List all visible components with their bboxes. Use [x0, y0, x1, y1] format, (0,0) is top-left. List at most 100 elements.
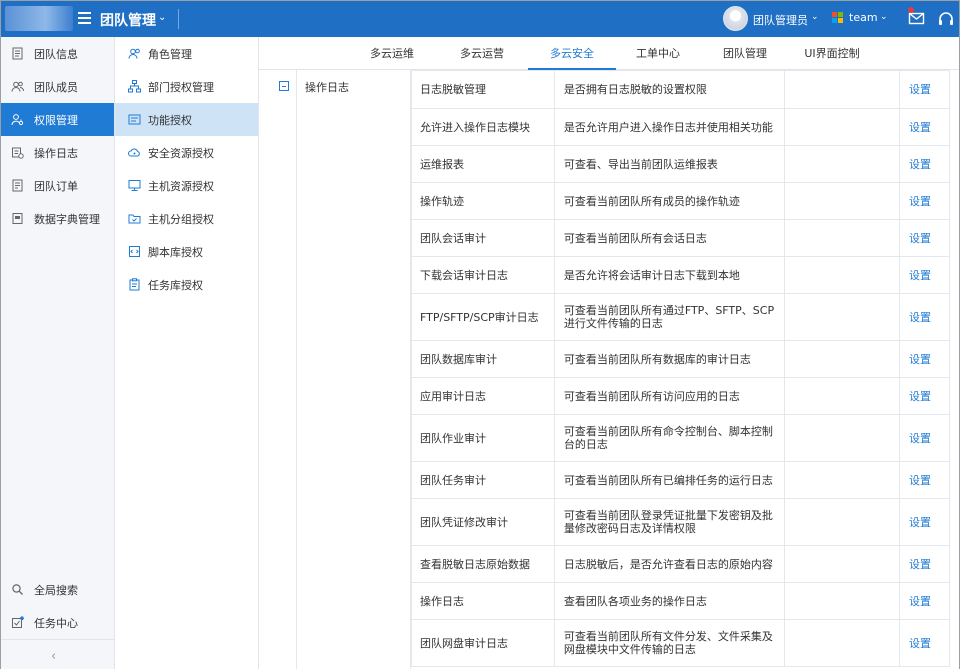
set-permission-link[interactable]: 设置: [909, 595, 931, 608]
subnav-item-role-management[interactable]: 角色管理: [115, 37, 258, 70]
team-menu-chevron-icon[interactable]: ⌄: [880, 12, 888, 22]
permission-name: 操作日志: [411, 582, 555, 620]
tab-multicloud-security[interactable]: 多云安全: [528, 37, 616, 70]
permission-name: 团队网盘审计日志: [411, 619, 555, 667]
tab-ui-control[interactable]: UI界面控制: [797, 37, 867, 70]
permission-status-cell: [784, 293, 901, 341]
collapse-sidebar-icon[interactable]: ‹: [51, 649, 56, 664]
subnav-item-host-group-auth[interactable]: 主机分组授权: [115, 202, 258, 235]
permission-status-cell: [784, 498, 901, 546]
sidebar-item-operation-log[interactable]: 操作日志: [1, 136, 114, 169]
subnav-item-label: 部门授权管理: [148, 80, 214, 94]
set-permission-link[interactable]: 设置: [909, 83, 931, 96]
permission-description: 日志脱敏后，是否允许查看日志的原始内容: [553, 545, 786, 583]
message-unread-badge: [908, 7, 914, 13]
set-permission-link[interactable]: 设置: [909, 516, 931, 529]
sidebar-item-team-members[interactable]: 团队成员: [1, 70, 114, 103]
set-permission-link[interactable]: 设置: [909, 269, 931, 282]
table-row: 团队网盘审计日志 可查看当前团队所有文件分发、文件采集及网盘模块中文件传输的日志 设…: [411, 619, 950, 667]
team-windows-icon: [832, 12, 844, 24]
sidebar-item-permissions[interactable]: 权限管理: [1, 103, 114, 136]
sidebar-item-task-center[interactable]: 任务中心: [1, 606, 114, 639]
primary-sidebar: 团队信息 团队成员 权限管理 操作日志 团队订单 数据字典管理 全局搜索 任务中…: [1, 37, 115, 669]
sidebar-item-label: 全局搜索: [34, 583, 78, 597]
set-permission-link[interactable]: 设置: [909, 353, 931, 366]
subnav-item-script-library-auth[interactable]: 脚本库授权: [115, 235, 258, 268]
set-permission-link[interactable]: 设置: [909, 121, 931, 134]
permission-status-cell: [784, 256, 901, 294]
permission-action-cell: 设置: [899, 340, 950, 378]
set-permission-link[interactable]: 设置: [909, 158, 931, 171]
permission-description: 可查看当前团队所有文件分发、文件采集及网盘模块中文件传输的日志: [553, 619, 786, 667]
subnav-item-department-auth[interactable]: 部门授权管理: [115, 70, 258, 103]
permission-status-cell: [784, 377, 901, 415]
sidebar-item-label: 团队成员: [34, 80, 78, 94]
permission-description: 是否允许将会话审计日志下载到本地: [553, 256, 786, 294]
subnav-item-task-library-auth[interactable]: 任务库授权: [115, 268, 258, 301]
secondary-sidebar: 角色管理 部门授权管理 功能授权 安全资源授权 主机资源授权 主机分组授权 脚本…: [115, 37, 259, 669]
app-title[interactable]: 团队管理: [100, 10, 156, 30]
tab-team-management[interactable]: 团队管理: [710, 37, 780, 70]
sidebar-divider: [1, 639, 114, 640]
hamburger-menu-icon[interactable]: [78, 12, 91, 24]
clipboard-icon: [129, 278, 140, 291]
set-permission-link[interactable]: 设置: [909, 558, 931, 571]
set-permission-link[interactable]: 设置: [909, 432, 931, 445]
org-tree-icon: [128, 80, 141, 93]
permission-name: 允许进入操作日志模块: [411, 108, 555, 146]
permission-action-cell: 设置: [899, 377, 950, 415]
tab-multicloud-ops[interactable]: 多云运维: [357, 37, 427, 70]
tab-multicloud-operation[interactable]: 多云运营: [447, 37, 517, 70]
app-switch-chevron-icon[interactable]: ⌄: [158, 12, 166, 23]
user-menu-chevron-icon[interactable]: ⌄: [811, 12, 819, 22]
permission-status-cell: [784, 70, 901, 109]
headset-support-icon[interactable]: [937, 10, 955, 28]
subnav-item-label: 任务库授权: [148, 278, 203, 292]
permission-description: 是否允许用户进入操作日志并使用相关功能: [553, 108, 786, 146]
permission-name: 查看脱敏日志原始数据: [411, 545, 555, 583]
set-permission-link[interactable]: 设置: [909, 195, 931, 208]
sidebar-item-global-search[interactable]: 全局搜索: [1, 573, 114, 606]
permission-status-cell: [784, 545, 901, 583]
permission-panel: 操作日志 日志脱敏管理 是否拥有日志脱敏的设置权限 设置 允许进入操作日志模块 是否允许…: [259, 70, 959, 669]
user-name[interactable]: 团队管理员: [753, 12, 808, 28]
user-avatar[interactable]: [723, 6, 748, 31]
permission-description: 可查看当前团队所有已编排任务的运行日志: [553, 461, 786, 499]
permission-status-cell: [784, 414, 901, 462]
permission-status-cell: [784, 219, 901, 257]
set-permission-link[interactable]: 设置: [909, 390, 931, 403]
permission-name: 团队作业审计: [411, 414, 555, 462]
team-name[interactable]: team: [849, 11, 878, 24]
set-permission-link[interactable]: 设置: [909, 232, 931, 245]
permission-group-label: 操作日志: [305, 81, 349, 94]
set-permission-link[interactable]: 设置: [909, 311, 931, 324]
table-row: 团队会话审计 可查看当前团队所有会话日志 设置: [411, 219, 950, 257]
task-icon: [12, 616, 24, 628]
collapse-group-icon[interactable]: [279, 81, 289, 91]
sidebar-item-label: 团队信息: [34, 47, 78, 61]
subnav-item-host-resource-auth[interactable]: 主机资源授权: [115, 169, 258, 202]
subnav-item-security-resource-auth[interactable]: 安全资源授权: [115, 136, 258, 169]
permission-action-cell: 设置: [899, 461, 950, 499]
table-row: 操作轨迹 可查看当前团队所有成员的操作轨迹 设置: [411, 182, 950, 220]
subnav-item-function-auth[interactable]: 功能授权: [115, 103, 258, 136]
sidebar-item-label: 任务中心: [34, 616, 78, 630]
permission-action-cell: 设置: [899, 219, 950, 257]
permission-action-cell: 设置: [899, 145, 950, 183]
tab-ticket-center[interactable]: 工单中心: [623, 37, 693, 70]
sidebar-item-team-orders[interactable]: 团队订单: [1, 169, 114, 202]
sidebar-item-team-info[interactable]: 团队信息: [1, 37, 114, 70]
set-permission-link[interactable]: 设置: [909, 474, 931, 487]
function-icon: [128, 114, 141, 125]
log-icon: [12, 147, 24, 159]
sidebar-item-label: 权限管理: [34, 113, 78, 127]
cloud-icon: [128, 148, 140, 157]
sidebar-item-data-dictionary[interactable]: 数据字典管理: [1, 202, 114, 235]
permission-action-cell: 设置: [899, 293, 950, 341]
permission-description: 可查看、导出当前团队运维报表: [553, 145, 786, 183]
permission-status-cell: [784, 145, 901, 183]
permission-description: 查看团队各项业务的操作日志: [553, 582, 786, 620]
script-icon: [129, 246, 140, 257]
permission-action-cell: 设置: [899, 256, 950, 294]
set-permission-link[interactable]: 设置: [909, 637, 931, 650]
